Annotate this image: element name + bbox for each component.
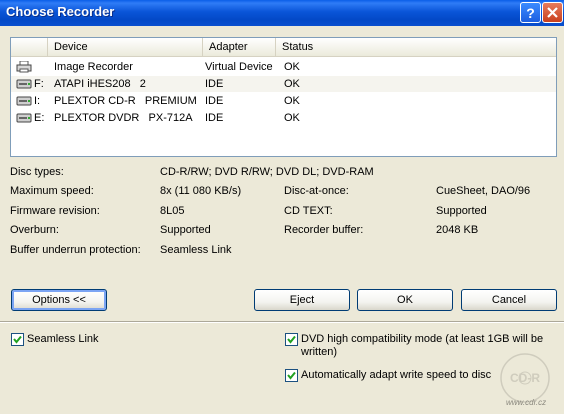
device-name: PLEXTOR DVDR PX-712A (54, 112, 193, 124)
list-item[interactable]: E: PLEXTOR DVDR PX-712A IDE OK (11, 110, 556, 126)
seamless-link-checkbox[interactable] (11, 333, 24, 346)
device-list[interactable]: Device Adapter Status Image Recorder Vir… (10, 37, 557, 157)
device-status: OK (284, 78, 300, 90)
checkmark-icon (287, 335, 296, 344)
checkmark-icon (13, 335, 22, 344)
choose-recorder-dialog: Choose Recorder ? Device Adapter Status … (0, 0, 564, 414)
recorder-buffer-value: 2048 KB (436, 224, 479, 236)
device-status: OK (284, 61, 300, 73)
firmware-value: 8L05 (160, 205, 185, 217)
device-adapter: IDE (205, 95, 224, 107)
column-header-icon[interactable] (11, 38, 48, 56)
help-button[interactable]: ? (520, 2, 541, 23)
recorder-buffer-label: Recorder buffer: (284, 224, 364, 236)
close-button[interactable] (542, 2, 563, 23)
column-header-adapter[interactable]: Adapter (203, 38, 276, 56)
underrun-value: Seamless Link (160, 244, 232, 256)
window-title: Choose Recorder (6, 4, 115, 19)
list-header: Device Adapter Status (11, 38, 556, 57)
list-item[interactable]: Image Recorder Virtual Device OK (11, 59, 556, 75)
cd-text-value: Supported (436, 205, 487, 217)
max-speed-value: 8x (11 080 KB/s) (160, 185, 242, 197)
device-status: OK (284, 112, 300, 124)
disc-types-label: Disc types: (10, 166, 64, 178)
list-item[interactable]: F: ATAPI iHES208 2 IDE OK (11, 76, 556, 92)
checkmark-icon (287, 371, 296, 380)
dvd-compat-checkbox[interactable] (285, 333, 298, 346)
overburn-value: Supported (160, 224, 211, 236)
auto-speed-label[interactable]: Automatically adapt write speed to disc (301, 369, 491, 381)
watermark-logo-text: CD-R (510, 371, 540, 385)
drive-letter: I: (34, 95, 41, 107)
printer-icon (16, 61, 32, 73)
cd-drive-icon (16, 113, 32, 123)
device-name: Image Recorder (54, 61, 133, 73)
disc-at-once-value: CueSheet, DAO/96 (436, 185, 531, 197)
auto-speed-checkbox[interactable] (285, 369, 298, 382)
title-bar[interactable]: Choose Recorder ? (0, 0, 564, 26)
disc-at-once-label: Disc-at-once: (284, 185, 349, 197)
options-button[interactable]: Options << (11, 289, 107, 311)
device-adapter: Virtual Device (205, 61, 273, 73)
drive-letter: F: (34, 78, 44, 90)
disc-types-value: CD-R/RW; DVD R/RW; DVD DL; DVD-RAM (160, 166, 374, 178)
device-adapter: IDE (205, 112, 224, 124)
close-icon (547, 7, 558, 18)
column-header-device[interactable]: Device (48, 38, 203, 56)
cancel-button[interactable]: Cancel (461, 289, 557, 311)
firmware-label: Firmware revision: (10, 205, 100, 217)
device-adapter: IDE (205, 78, 224, 90)
list-item[interactable]: I: PLEXTOR CD-R PREMIUM IDE OK (11, 93, 556, 109)
watermark-site: www.cdr.cz (506, 398, 547, 407)
separator (0, 321, 564, 323)
max-speed-label: Maximum speed: (10, 185, 94, 197)
underrun-label: Buffer underrun protection: (10, 244, 141, 256)
eject-button[interactable]: Eject (254, 289, 350, 311)
seamless-link-label[interactable]: Seamless Link (27, 333, 99, 345)
device-status: OK (284, 95, 300, 107)
device-name: ATAPI iHES208 2 (54, 78, 146, 90)
ok-button[interactable]: OK (357, 289, 453, 311)
help-icon: ? (526, 4, 535, 21)
cd-text-label: CD TEXT: (284, 205, 333, 217)
column-header-status[interactable]: Status (276, 38, 556, 56)
cd-drive-icon (16, 96, 32, 106)
device-name: PLEXTOR CD-R PREMIUM (54, 95, 197, 107)
cd-drive-icon (16, 79, 32, 89)
drive-letter: E: (34, 112, 45, 124)
overburn-label: Overburn: (10, 224, 59, 236)
